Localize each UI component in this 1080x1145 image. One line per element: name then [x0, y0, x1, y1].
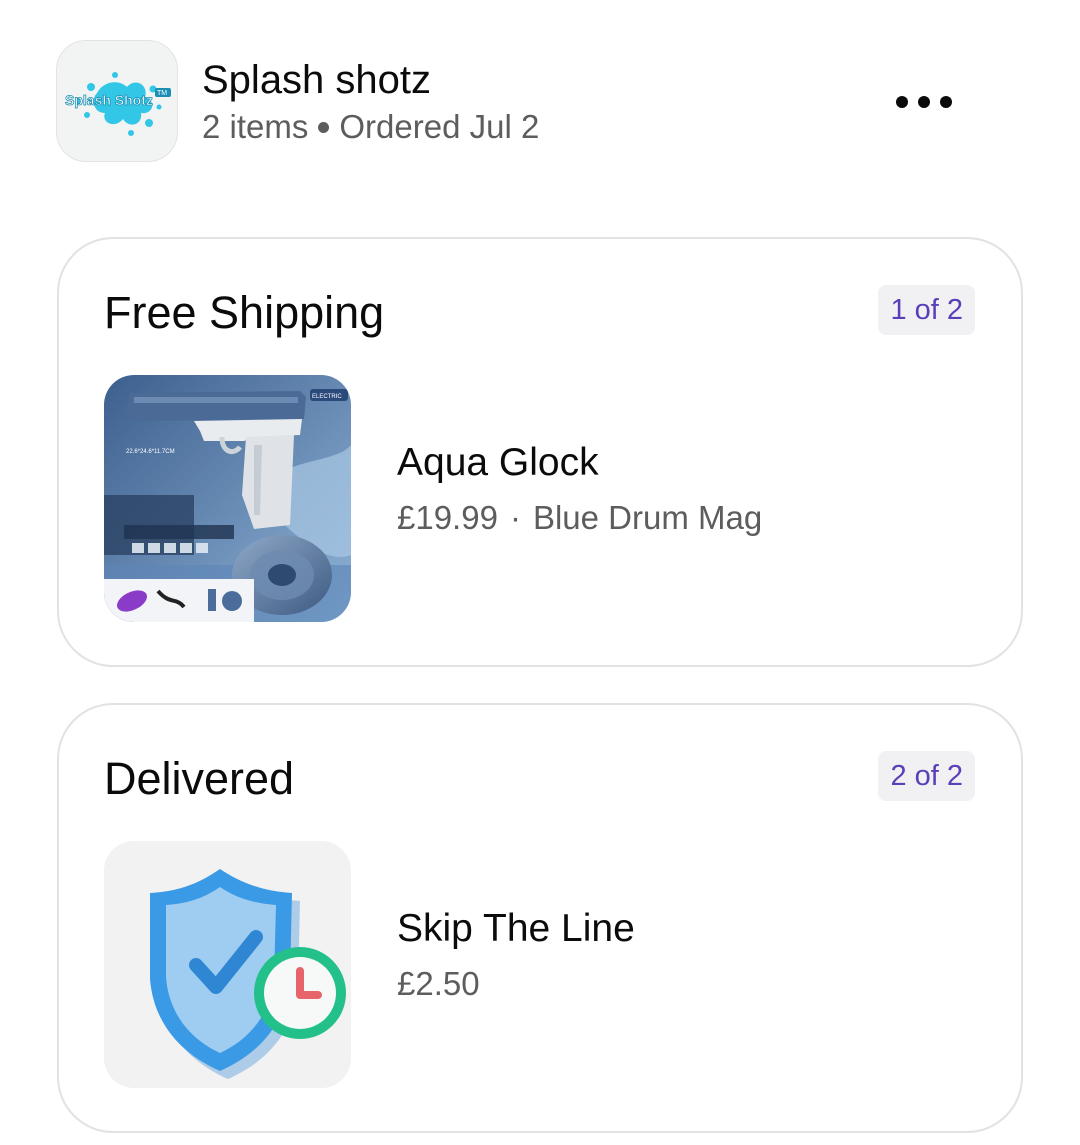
shipment-status-title: Delivered — [104, 753, 295, 804]
bullet-dot-icon — [318, 121, 330, 133]
store-logo[interactable]: Splash Shotz TM — [56, 40, 178, 162]
order-meta: 2 items Ordered Jul 2 — [202, 106, 539, 148]
electric-label: ELECTRIC — [312, 394, 342, 400]
shipment-card-free-shipping[interactable]: Free Shipping 1 of 2 ELECTRIC 22.6*24.6*… — [57, 237, 1023, 667]
order-date: Ordered Jul 2 — [339, 108, 540, 145]
meta-separator: · — [509, 499, 521, 536]
shipment-card-delivered[interactable]: Delivered 2 of 2 Skip The Line £2.50 — [57, 703, 1023, 1133]
size-label: 22.6*24.6*11.7CM — [126, 449, 175, 455]
item-name[interactable]: Skip The Line — [397, 905, 635, 953]
store-header: Splash Shotz TM Splash shotz 2 items Orde… — [56, 40, 1024, 164]
logo-text: Splash Shotz — [65, 92, 153, 108]
shipment-count-badge: 2 of 2 — [878, 751, 975, 801]
more-horizontal-icon — [896, 96, 908, 108]
shipment-count-badge: 1 of 2 — [878, 285, 975, 335]
item-name[interactable]: Aqua Glock — [397, 439, 599, 487]
item-price-variant: £19.99 · Blue Drum Mag — [397, 497, 762, 539]
splash-logo-icon: Splash Shotz TM — [65, 72, 171, 136]
logo-trademark: TM — [157, 90, 167, 97]
item-thumbnail-skip-the-line[interactable] — [104, 841, 351, 1088]
more-options-button[interactable] — [884, 78, 964, 126]
shipment-status-title: Free Shipping — [104, 287, 385, 338]
item-count: 2 items — [202, 108, 309, 145]
item-variant: Blue Drum Mag — [532, 499, 763, 536]
item-thumbnail-aqua-glock[interactable]: ELECTRIC 22.6*24.6*11.7CM — [104, 375, 351, 622]
shield-check-clock-icon — [104, 841, 351, 1088]
store-name[interactable]: Splash shotz — [202, 56, 431, 104]
water-gun-image: ELECTRIC 22.6*24.6*11.7CM — [104, 375, 351, 622]
item-price: £2.50 — [397, 965, 480, 1002]
item-price: £19.99 — [397, 499, 498, 536]
